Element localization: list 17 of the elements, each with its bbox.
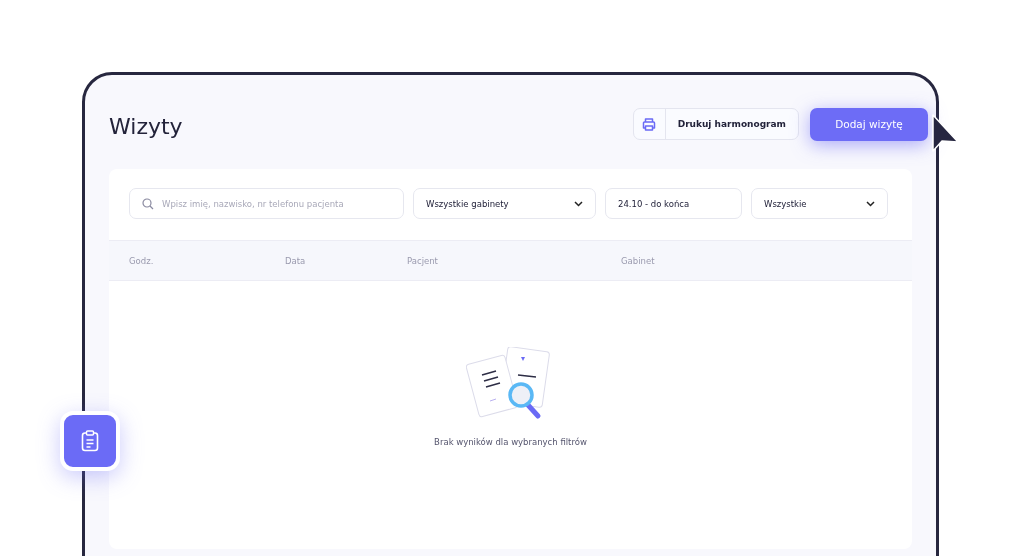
date-range-field[interactable]: 24.10 - do końca [605,188,742,219]
add-visit-button[interactable]: Dodaj wizytę [810,107,928,141]
clipboard-icon [81,430,99,452]
search-field[interactable]: Wpisz imię, nazwisko, nr telefonu pacjenta [129,188,404,219]
chevron-down-icon [866,200,875,207]
page-title: Wizyty [109,112,183,139]
column-header: Data [285,255,307,266]
search-icon [142,198,154,210]
empty-message: Brak wyników dla wybranych filtrów [434,437,587,447]
printer-icon [642,117,657,131]
dropdown-field[interactable]: Wszystkie [751,188,888,219]
column-header: Gabinet [621,255,656,266]
chevron-down-icon [574,200,583,207]
print-schedule-button[interactable]: Drukuj harmonogram [632,108,799,140]
column-header: Pacjent [407,255,439,266]
dropdown-field[interactable]: Wszystkie gabinety [413,188,596,219]
column-header: Godz. [129,255,155,266]
